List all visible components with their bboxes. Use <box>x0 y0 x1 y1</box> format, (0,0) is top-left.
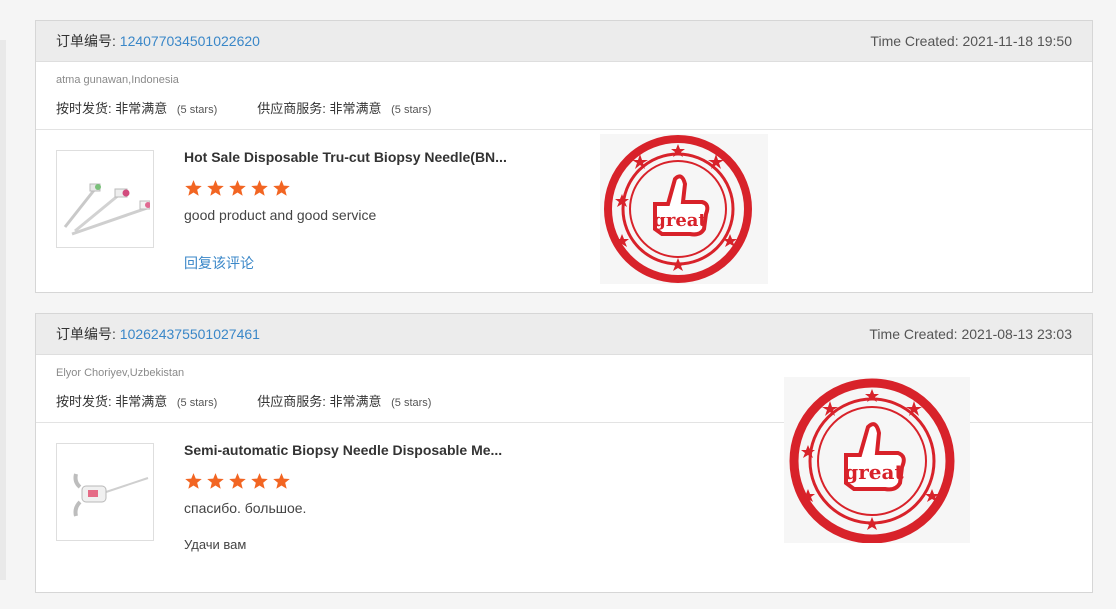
star-icon <box>251 473 268 489</box>
order-number-label: 订单编号: <box>56 326 116 342</box>
product-title-link[interactable]: Semi-automatic Biopsy Needle Disposable … <box>184 442 529 458</box>
rating-value: 非常满意 <box>115 101 168 116</box>
left-scroll-edge <box>0 40 6 580</box>
review-card: 订单编号: 102624375501027461 Time Created: 2… <box>35 313 1093 593</box>
semi-automatic-needle-image <box>73 473 149 517</box>
star-icon <box>273 473 290 489</box>
product-title-link[interactable]: Hot Sale Disposable Tru-cut Biopsy Needl… <box>184 149 529 165</box>
rating-ontime-delivery: 按时发货: 非常满意 (5 stars) <box>56 98 217 117</box>
order-number-link[interactable]: 124077034501022620 <box>120 33 260 49</box>
rating-value: 非常满意 <box>329 101 382 116</box>
rating-stars-text: (5 stars) <box>176 397 218 409</box>
order-info: 订单编号: 124077034501022620 <box>56 31 260 51</box>
stamp-text: great <box>653 210 707 231</box>
product-thumbnail[interactable] <box>56 150 154 248</box>
rating-supplier-service: 供应商服务: 非常满意 (5 stars) <box>257 98 431 117</box>
great-stamp-image: great <box>784 377 970 543</box>
rating-label: 按时发货: <box>56 394 112 409</box>
star-icon <box>185 180 202 196</box>
review-card: 订单编号: 124077034501022620 Time Created: 2… <box>35 20 1093 293</box>
stamp-text: great <box>844 460 904 484</box>
review-card-header: 订单编号: 124077034501022620 Time Created: 2… <box>36 21 1092 62</box>
star-icon <box>229 180 246 196</box>
rating-ontime-delivery: 按时发货: 非常满意 (5 stars) <box>56 391 217 410</box>
rating-supplier-service: 供应商服务: 非常满意 (5 stars) <box>257 391 431 410</box>
review-text: спасибо. большое. <box>184 500 307 516</box>
star-icon <box>273 180 290 196</box>
rating-label: 按时发货: <box>56 101 112 116</box>
buyer-section: atma gunawan,Indonesia 按时发货: 非常满意 (5 sta… <box>36 62 1092 130</box>
order-info: 订单编号: 102624375501027461 <box>56 324 260 344</box>
time-created: Time Created: 2021-08-13 23:03 <box>869 326 1072 342</box>
great-stamp-image: great <box>600 134 768 284</box>
star-rating <box>184 472 291 490</box>
rating-value: 非常满意 <box>329 394 382 409</box>
star-icon <box>251 180 268 196</box>
rating-stars-text: (5 stars) <box>176 104 218 116</box>
ratings-row: 按时发货: 非常满意 (5 stars) 供应商服务: 非常满意 (5 star… <box>56 98 1072 117</box>
buyer-name: atma gunawan,Indonesia <box>56 74 179 86</box>
rating-value: 非常满意 <box>115 394 168 409</box>
product-row: Hot Sale Disposable Tru-cut Biopsy Needl… <box>36 130 1092 290</box>
reply-review-link[interactable]: 回复该评论 <box>184 253 254 273</box>
time-created: Time Created: 2021-11-18 19:50 <box>870 33 1072 49</box>
rating-label: 供应商服务: <box>257 101 326 116</box>
order-number-label: 订单编号: <box>56 33 116 49</box>
rating-stars-text: (5 stars) <box>391 397 432 409</box>
star-rating <box>184 179 291 197</box>
rating-label: 供应商服务: <box>257 394 326 409</box>
star-icon <box>207 180 224 196</box>
biopsy-needles-image <box>63 183 150 236</box>
star-icon <box>229 473 246 489</box>
order-number-link[interactable]: 102624375501027461 <box>120 326 260 342</box>
review-card-header: 订单编号: 102624375501027461 Time Created: 2… <box>36 314 1092 355</box>
review-text-secondary: Удачи вам <box>184 537 247 552</box>
star-icon <box>185 473 202 489</box>
star-icon <box>207 473 224 489</box>
rating-stars-text: (5 stars) <box>391 104 432 116</box>
review-text: good product and good service <box>184 207 377 223</box>
product-thumbnail[interactable] <box>56 443 154 541</box>
